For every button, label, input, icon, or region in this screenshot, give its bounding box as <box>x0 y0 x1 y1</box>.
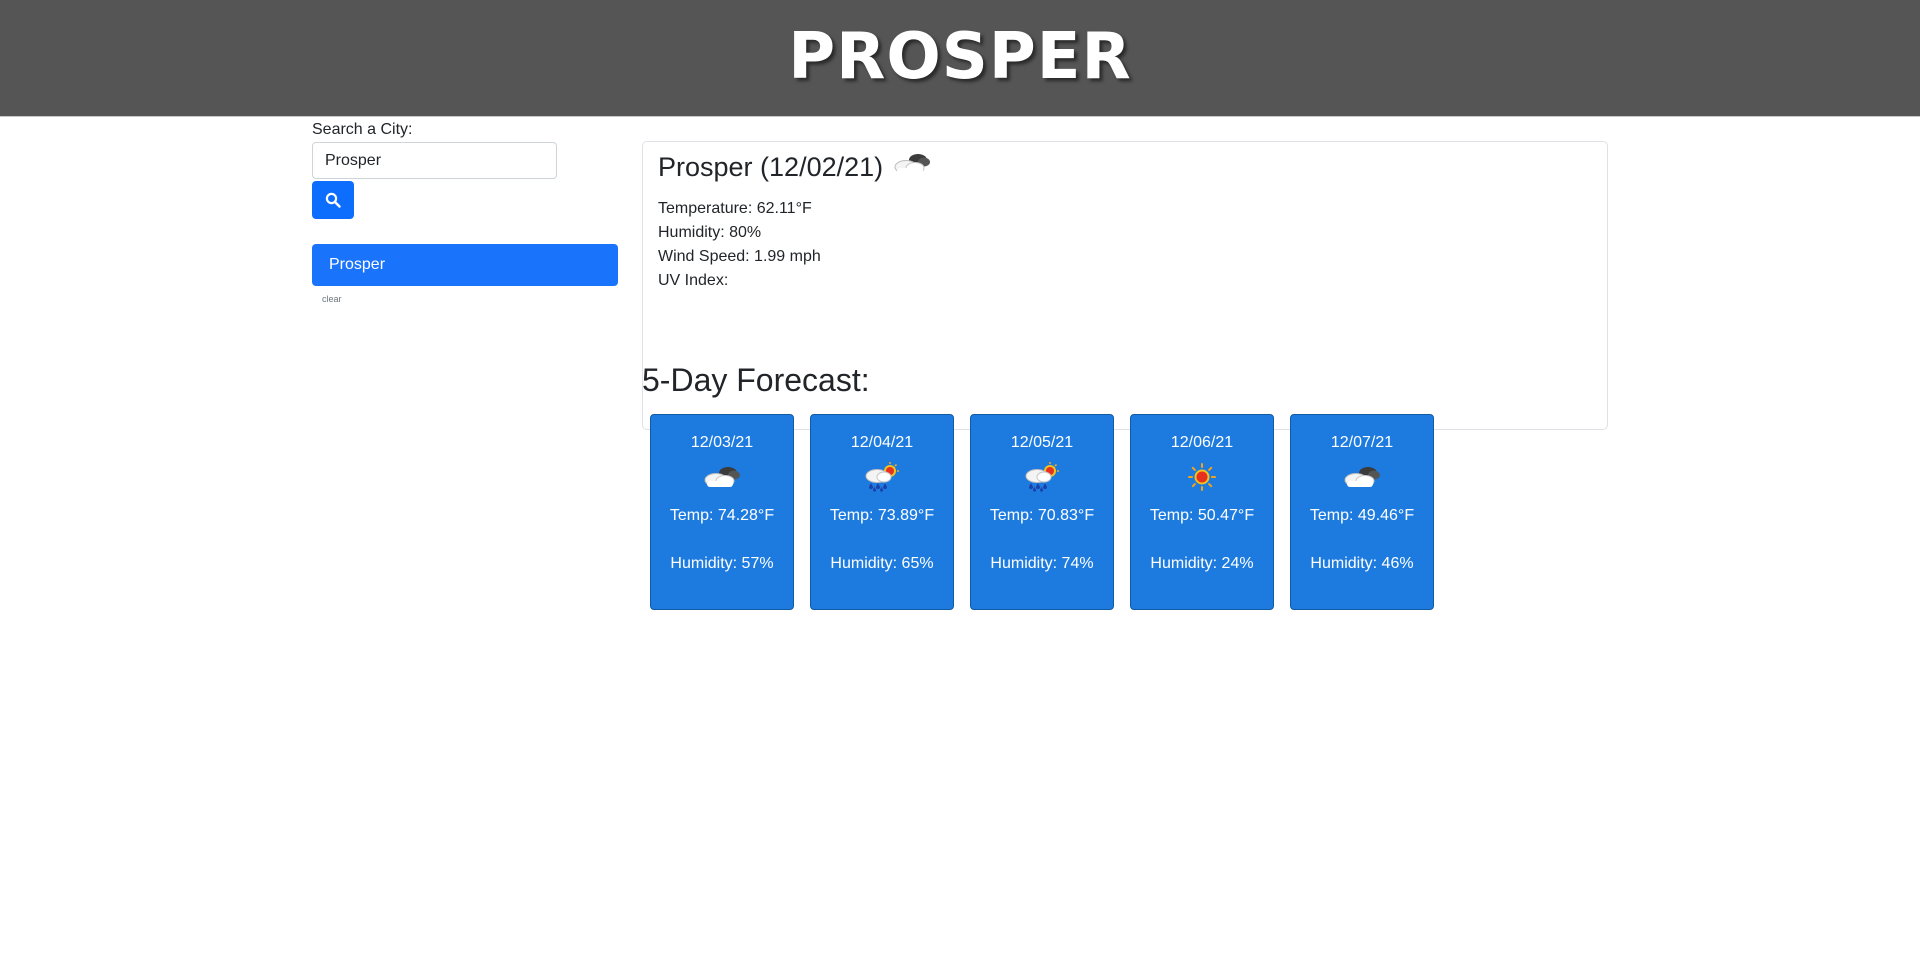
forecast-humidity: Humidity: 57% <box>670 555 774 572</box>
current-weather-details: Temperature: 62.11°F Humidity: 80% Wind … <box>658 197 1592 293</box>
forecast-date: 12/03/21 <box>690 434 754 451</box>
search-button[interactable] <box>312 181 354 219</box>
rain-sun-icon <box>811 462 953 492</box>
forecast-humidity: Humidity: 65% <box>830 555 934 572</box>
page-header: PROSPER <box>0 0 1920 117</box>
sidebar: Search a City: Prosper clear <box>312 117 618 304</box>
forecast-temp: Temp: 49.46°F <box>1309 507 1415 524</box>
cloudy-icon <box>651 462 793 492</box>
current-humidity: Humidity: 80% <box>658 224 762 241</box>
rain-sun-icon <box>971 462 1113 492</box>
history-item-prosper[interactable]: Prosper <box>312 244 618 286</box>
forecast-date: 12/06/21 <box>1170 434 1234 451</box>
current-weather-heading: Prosper (12/02/21) <box>658 149 1592 185</box>
forecast-temp: Temp: 73.89°F <box>829 507 935 524</box>
cloudy-icon <box>1291 462 1433 492</box>
cloudy-icon <box>891 149 933 185</box>
search-input[interactable] <box>312 142 557 179</box>
current-uv-index: UV Index: <box>658 272 729 289</box>
clear-button[interactable]: clear <box>322 294 618 304</box>
forecast-title: 5-Day Forecast: <box>642 362 870 398</box>
forecast-temp: Temp: 70.83°F <box>989 507 1095 524</box>
current-wind-speed: Wind Speed: 1.99 mph <box>658 248 821 265</box>
sun-icon <box>1131 462 1273 492</box>
current-city-date: Prosper (12/02/21) <box>658 152 884 182</box>
page-title: PROSPER <box>788 20 1132 94</box>
forecast-card: 12/03/21 Temp: 74.28°F Humidity: 57% <box>650 414 794 610</box>
forecast-card: 12/07/21 Temp: 49.46°F Humidity: 46% <box>1290 414 1434 610</box>
forecast-card: 12/06/21 Temp: 50.47°F Humidity: 24% <box>1130 414 1274 610</box>
forecast-date: 12/07/21 <box>1330 434 1394 451</box>
forecast-temp: Temp: 50.47°F <box>1149 507 1255 524</box>
forecast-date: 12/04/21 <box>850 434 914 451</box>
forecast-list: 12/03/21 Temp: 74.28°F Humidity: 57% 12/… <box>650 414 1434 610</box>
current-temperature: Temperature: 62.11°F <box>658 200 812 217</box>
forecast-date: 12/05/21 <box>1010 434 1074 451</box>
search-icon <box>325 192 341 208</box>
forecast-humidity: Humidity: 24% <box>1150 555 1254 572</box>
forecast-humidity: Humidity: 46% <box>1310 555 1414 572</box>
forecast-card: 12/04/21 Temp: 73.89°F Humidity: 65% <box>810 414 954 610</box>
forecast-card: 12/05/21 Temp: 70.83°F Humidity: 74% <box>970 414 1114 610</box>
search-label: Search a City: <box>312 121 413 138</box>
forecast-temp: Temp: 74.28°F <box>669 507 775 524</box>
forecast-humidity: Humidity: 74% <box>990 555 1094 572</box>
main-container: Search a City: Prosper clear Prosper (12… <box>0 117 1920 969</box>
